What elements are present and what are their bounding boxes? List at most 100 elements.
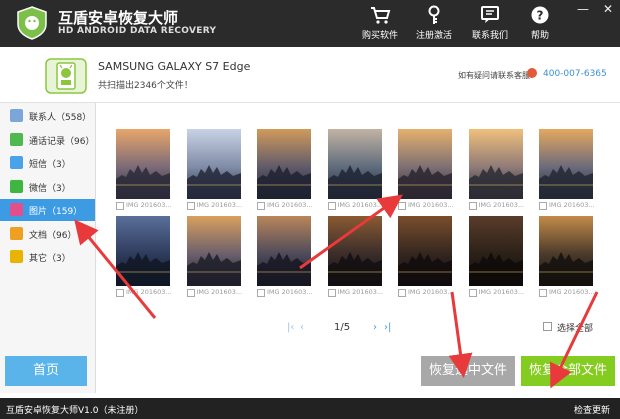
photo-image	[257, 129, 311, 199]
photo-checkbox[interactable]	[539, 202, 547, 210]
recover-selected-button[interactable]: 恢复选中文件	[421, 356, 515, 386]
minimize-button[interactable]: —	[577, 2, 589, 16]
photo-caption: IMG 201603...	[116, 201, 172, 211]
photo-thumbnail[interactable]: IMG 201603...	[398, 216, 454, 297]
photo-checkbox[interactable]	[116, 289, 124, 297]
photo-filename: IMG 201603...	[126, 201, 172, 209]
photo-thumbnail[interactable]: IMG 201603...	[116, 129, 172, 210]
sidebar-item[interactable]: 图片（159）	[0, 199, 95, 221]
scan-result-text: 共扫描出2346个文件！	[98, 81, 193, 91]
photo-thumbnail[interactable]: IMG 201603...	[327, 129, 383, 210]
photo-thumbnail[interactable]: IMG 201603...	[468, 216, 524, 297]
photo-checkbox[interactable]	[186, 202, 195, 210]
status-bar: 互盾安卓恢复大师V1.0（未注册） 检查更新	[0, 398, 620, 419]
buy-software-button[interactable]: 购买软件	[360, 5, 400, 41]
photo-checkbox[interactable]	[327, 202, 336, 210]
photo-checkbox[interactable]	[468, 202, 477, 210]
photo-caption: IMG 201603...	[539, 201, 595, 211]
photo-thumbnail[interactable]: IMG 201603...	[186, 216, 242, 297]
category-icon	[10, 226, 23, 240]
photo-checkbox[interactable]	[468, 289, 477, 297]
category-icon	[10, 109, 23, 122]
photo-checkbox[interactable]	[398, 202, 406, 210]
photo-image	[468, 129, 523, 199]
recover-all-button[interactable]: 恢复全部文件	[521, 356, 615, 386]
cart-icon	[371, 7, 391, 24]
sidebar-item-label: 联系人（558）	[29, 113, 92, 123]
select-all-checkbox[interactable]	[543, 322, 552, 331]
photo-checkbox[interactable]	[257, 289, 265, 297]
photo-thumbnail[interactable]: IMG 201603...	[327, 216, 383, 297]
prev-page-button[interactable]: ‹	[300, 322, 304, 333]
photo-thumbnail[interactable]: IMG 201603...	[539, 216, 595, 297]
sidebar-item-label: 通话记录（96）	[29, 136, 95, 147]
sidebar-item-label: 图片（159）	[29, 207, 83, 217]
photo-checkbox[interactable]	[116, 202, 124, 210]
chat-icon	[481, 6, 499, 23]
page-indicator: 1/5	[334, 322, 351, 333]
register-label: 注册激活	[415, 31, 452, 41]
photo-checkbox[interactable]	[398, 289, 406, 297]
sidebar-item-label: 文档（96）	[29, 230, 77, 241]
close-button[interactable]: ✕	[603, 2, 613, 16]
photo-caption: IMG 201603...	[186, 288, 242, 298]
home-button[interactable]: 首页	[5, 356, 87, 386]
photo-caption: IMG 201603...	[468, 201, 524, 211]
category-icon	[10, 156, 23, 169]
photo-caption: IMG 201603...	[539, 288, 595, 298]
first-page-button[interactable]: |‹	[287, 322, 294, 333]
register-button[interactable]: 注册激活	[414, 5, 454, 41]
app-logo-icon	[17, 6, 47, 40]
sidebar-item[interactable]: 微信（3）	[0, 176, 95, 198]
check-update-link[interactable]: 检查更新	[574, 403, 610, 416]
photo-image	[257, 216, 311, 286]
photo-filename: IMG 201603...	[196, 201, 243, 209]
select-all-label: 选择全部	[557, 324, 594, 334]
photo-thumbnail[interactable]: IMG 201603...	[468, 129, 524, 210]
photo-grid: IMG 201603... IMG 201603... IMG 201603... I…	[96, 103, 620, 393]
svg-text:?: ?	[537, 9, 544, 23]
last-page-button[interactable]: ›|	[384, 322, 391, 333]
device-bar: SAMSUNG GALAXY S7 Edge 共扫描出2346个文件！ 如有疑问…	[0, 47, 620, 103]
sidebar-item[interactable]: 短信（3）	[0, 152, 95, 174]
photo-image	[398, 129, 452, 199]
photo-filename: IMG 201603...	[549, 288, 595, 296]
sidebar-item[interactable]: 通话记录（96）	[0, 129, 95, 151]
android-phone-icon	[45, 58, 87, 94]
photo-caption: IMG 201603...	[186, 201, 243, 211]
photo-image	[186, 129, 241, 199]
next-page-button[interactable]: ›	[373, 322, 377, 333]
photo-caption: IMG 201603...	[327, 288, 384, 298]
photo-thumbnail[interactable]: IMG 201603...	[257, 129, 313, 210]
category-sidebar: 联系人（558） 通话记录（96） 短信（3） 微信（3） 图片（159） 文档（96） 其…	[0, 103, 96, 393]
contact-label: 联系我们	[471, 31, 508, 41]
sidebar-item[interactable]: 联系人（558）	[0, 105, 95, 127]
photo-thumbnail[interactable]: IMG 201603...	[116, 216, 172, 297]
category-icon	[10, 250, 23, 263]
photo-filename: IMG 201603...	[337, 288, 384, 296]
app-title: 互盾安卓恢复大师	[58, 9, 179, 27]
category-icon	[10, 203, 23, 216]
sidebar-item-label: 微信（3）	[29, 183, 71, 194]
sidebar-item[interactable]: 其它（3）	[0, 246, 95, 268]
sidebar-item-label: 其它（3）	[29, 254, 71, 264]
help-button[interactable]: ? 帮助	[524, 5, 556, 41]
support-label: 如有疑问请联系客服：	[458, 71, 538, 80]
photo-thumbnail[interactable]: IMG 201603...	[186, 129, 242, 210]
photo-caption: IMG 201603...	[398, 288, 454, 298]
photo-thumbnail[interactable]: IMG 201603...	[398, 129, 454, 210]
photo-checkbox[interactable]	[539, 289, 547, 297]
photo-filename: IMG 201603...	[408, 201, 454, 209]
photo-image	[116, 129, 170, 199]
photo-checkbox[interactable]	[327, 289, 336, 297]
photo-checkbox[interactable]	[186, 289, 195, 297]
photo-filename: IMG 201603...	[408, 288, 454, 296]
photo-caption: IMG 201603...	[468, 288, 524, 298]
photo-thumbnail[interactable]: IMG 201603...	[539, 129, 595, 210]
photo-thumbnail[interactable]: IMG 201603...	[257, 216, 313, 297]
contact-button[interactable]: 联系我们	[470, 5, 510, 41]
category-icon	[10, 179, 23, 193]
photo-checkbox[interactable]	[257, 202, 265, 210]
sidebar-item[interactable]: 文档（96）	[0, 223, 95, 245]
photo-caption: IMG 201603...	[116, 288, 172, 298]
